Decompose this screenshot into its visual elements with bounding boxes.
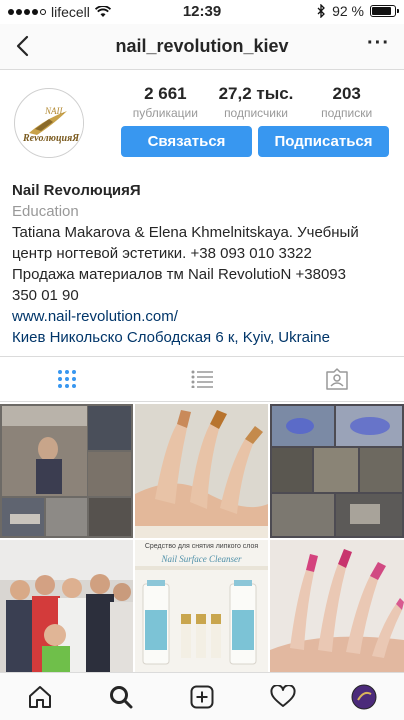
profile-tabs — [0, 356, 404, 402]
stat-posts[interactable]: 2 661 публикации — [120, 84, 211, 120]
stat-following-label: подписки — [321, 106, 373, 120]
profile-icon — [351, 684, 377, 709]
bluetooth-icon — [317, 4, 325, 18]
nail-revolution-logo: NAIL RevoлюцияЯ — [16, 90, 83, 157]
bio-line-2: центр ногтевой эстетики. +38 093 010 332… — [12, 245, 312, 262]
grid-post-3[interactable] — [270, 404, 404, 538]
home-icon — [29, 685, 52, 708]
heart-icon — [270, 684, 296, 707]
product-caption: Средство для снятия липкого слоя — [144, 543, 259, 550]
nav-activity[interactable] — [242, 673, 323, 720]
status-bar: lifecell 12:39 92 % — [0, 0, 404, 24]
battery-icon — [370, 5, 399, 17]
address-link[interactable]: Киев Никольско Слободская 6 к, Kyiv, Ukr… — [12, 327, 396, 348]
bio-line-1: Tatiana Makarova & Elena Khmelnitskaya. … — [12, 224, 359, 241]
workshop-collage-image — [270, 404, 404, 538]
search-icon — [110, 685, 133, 708]
bottom-nav — [0, 672, 404, 720]
contact-button[interactable]: Связаться — [121, 126, 252, 157]
posts-grid: Средство для снятия липкого слоя Nail Su… — [0, 404, 404, 674]
nav-add[interactable] — [162, 673, 243, 720]
tab-grid[interactable] — [0, 357, 135, 401]
more-dots-icon[interactable]: ··· — [367, 33, 390, 53]
grid-post-1[interactable] — [0, 404, 133, 538]
grid-post-4[interactable] — [0, 540, 133, 674]
tagged-icon — [325, 368, 348, 390]
svg-text:RevoлюцияЯ: RevoлюцияЯ — [22, 133, 80, 144]
tab-tagged[interactable] — [269, 357, 404, 401]
stat-following-count: 203 — [332, 84, 361, 103]
nav-home[interactable] — [0, 673, 81, 720]
follow-button[interactable]: Подписаться — [258, 126, 389, 157]
stat-followers-count: 27,2 тыс. — [218, 84, 294, 103]
grid-post-6[interactable] — [270, 540, 404, 674]
stat-followers-label: подписчики — [224, 106, 288, 120]
bio-line-3: Продажа материалов тм Nail RevolutioN +3… — [12, 266, 346, 283]
battery-percent: 92 % — [332, 3, 364, 19]
profile-header: nail_revolution_kiev ··· — [0, 24, 404, 70]
nav-search[interactable] — [81, 673, 162, 720]
grid-icon — [58, 370, 77, 388]
status-right: 92 % — [317, 3, 399, 19]
list-icon — [191, 370, 213, 388]
add-post-icon — [190, 685, 214, 708]
bio-line-4: 350 01 90 — [12, 287, 79, 304]
profile-bio: Nail RevoлюцияЯ Education Tatiana Makaro… — [12, 180, 396, 348]
stat-posts-count: 2 661 — [144, 84, 187, 103]
stat-followers[interactable]: 27,2 тыс. подписчики — [211, 84, 302, 120]
collage-image — [0, 404, 133, 538]
nav-profile[interactable] — [323, 673, 404, 720]
grid-post-2[interactable] — [135, 404, 268, 538]
group-photo-image — [0, 540, 133, 674]
website-link[interactable]: www.nail-revolution.com/ — [12, 306, 396, 327]
stat-posts-label: публикации — [132, 106, 198, 120]
profile-category: Education — [12, 203, 79, 220]
tab-list[interactable] — [135, 357, 270, 401]
grid-post-5[interactable]: Средство для снятия липкого слоя Nail Su… — [135, 540, 268, 674]
username-title: nail_revolution_kiev — [115, 36, 289, 56]
avatar[interactable]: NAIL RevoлюцияЯ — [14, 88, 84, 158]
nails-image — [135, 404, 268, 538]
profile-stats: 2 661 публикации 27,2 тыс. подписчики 20… — [120, 84, 392, 120]
svg-text:NAIL: NAIL — [44, 106, 65, 116]
profile-name: Nail RevoлюцияЯ — [12, 182, 141, 199]
stat-following[interactable]: 203 подписки — [301, 84, 392, 120]
product-brand-text: Nail Surface Cleanser — [161, 554, 242, 564]
pink-nails-image — [270, 540, 404, 674]
